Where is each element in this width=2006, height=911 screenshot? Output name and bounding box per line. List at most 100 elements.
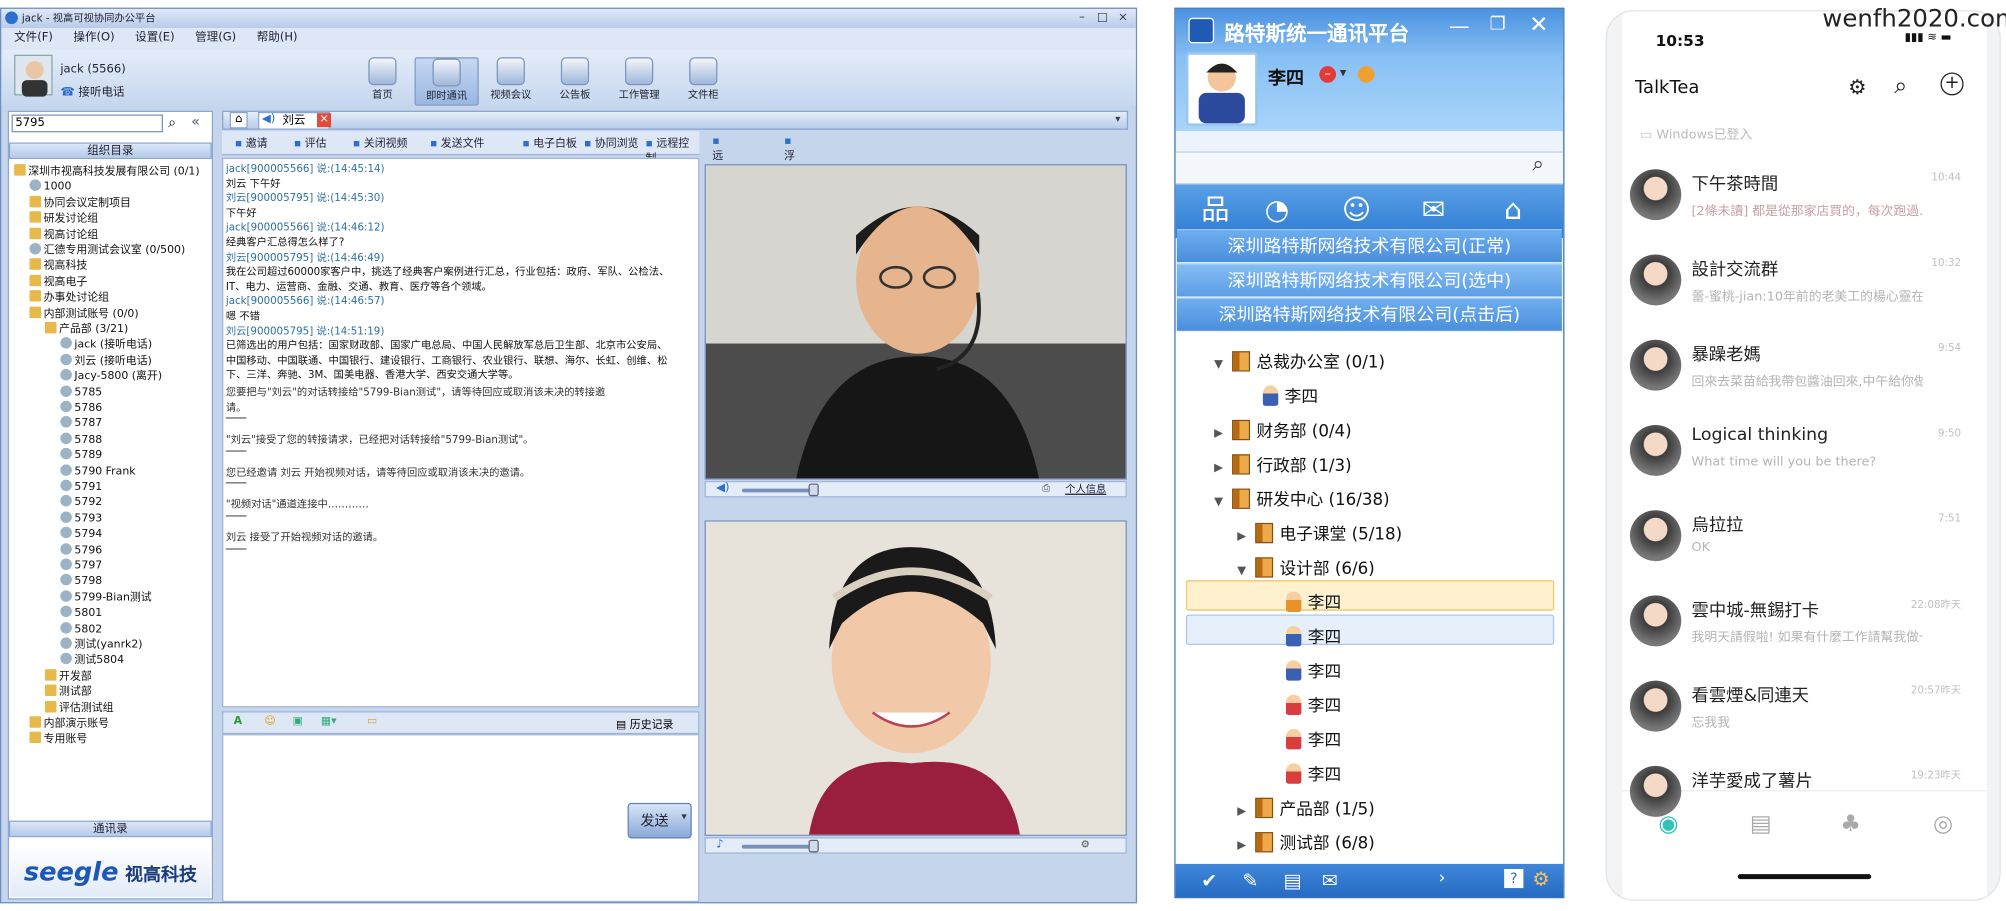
chat-tool[interactable]: ▪ 发送文件 [430, 135, 485, 150]
tree-node[interactable]: 5787 [60, 416, 102, 432]
tree-node[interactable]: 刘云 (接听电话) [60, 353, 152, 368]
tree-node[interactable]: ▶ 测试部 (6/8) [1237, 831, 1375, 859]
org-normal[interactable]: 深圳路特斯网络技术有限公司(正常) [1176, 229, 1562, 263]
tree-node[interactable]: 汇德专用测试会议室 (0/500) [29, 243, 186, 258]
tree-node[interactable]: ▼ 总裁办公室 (0/1) [1214, 350, 1385, 378]
mic-slider[interactable] [741, 844, 819, 849]
chat-tool[interactable]: ▪ 协同浏览 [584, 135, 639, 150]
gear-icon[interactable]: ⚙ [1848, 75, 1866, 99]
menu-item[interactable]: 文件(F) [14, 32, 53, 45]
chat-tool[interactable]: ▪ 电子白板 [522, 135, 577, 150]
chat-list-item[interactable]: 暴躁老媽回來去菜苗給我帶包醬油回來,中午給你做好... 9:54 [1622, 324, 1971, 408]
search-icon[interactable]: ⌕ [1894, 73, 1907, 100]
tree-node[interactable]: Jacy-5800 (离开) [60, 369, 162, 384]
restore-button[interactable]: ❐ [1481, 14, 1514, 39]
close-tab-icon[interactable]: × [316, 113, 332, 128]
menu-item[interactable]: 帮助(H) [257, 32, 298, 45]
tree-node[interactable]: 5801 [60, 605, 102, 621]
tree-node[interactable]: 协同会议定制项目 [29, 195, 131, 211]
chat-list-item[interactable]: 看雲煙&同連天 忘我我 20:57昨天 [1622, 665, 1971, 749]
busy-status-icon[interactable]: – [1319, 66, 1337, 83]
search-icon[interactable]: ⌕ [1532, 151, 1544, 176]
tab-menu-icon[interactable]: ▾ [1115, 113, 1120, 124]
tree-node[interactable]: 5793 [60, 511, 102, 526]
chat-list-item[interactable]: 烏拉拉 OK 7:51 [1622, 495, 1971, 579]
chat-list-item[interactable]: Logical thinking What time will you be th… [1622, 410, 1971, 494]
tree-node[interactable]: 李四 [1285, 728, 1341, 756]
microphone-icon[interactable]: ♪ [716, 838, 723, 851]
collapsed-arrow-icon[interactable]: ▶ [1237, 832, 1250, 860]
close-button[interactable]: × [1114, 10, 1132, 25]
tasks-icon[interactable]: ✔ [1201, 869, 1217, 892]
emoji-icon[interactable]: ☺ [264, 715, 275, 728]
tree-node[interactable]: 5799-Bian测试 [60, 590, 152, 605]
menu-item[interactable]: 操作(O) [73, 32, 114, 45]
tree-node[interactable]: 5796 [60, 542, 102, 558]
user-status[interactable]: ☎ 接听电话 [60, 83, 124, 100]
tree-node[interactable]: 李四 [1262, 384, 1318, 412]
chat-list-item[interactable]: 雲中城-無錫打卡 我明天請假啦! 如果有什麼工作請幫我做一... 22:08昨天 [1622, 580, 1971, 664]
tree-node[interactable]: 专用账号 [29, 732, 87, 747]
collapsed-arrow-icon[interactable]: ▶ [1214, 420, 1227, 448]
org-selected[interactable]: 深圳路特斯网络技术有限公司(选中) [1176, 263, 1562, 297]
files-icon[interactable]: ▤ [1283, 869, 1301, 892]
tree-node[interactable]: ▶ 行政部 (1/3) [1214, 453, 1352, 481]
contacts-header[interactable]: 通讯录 [8, 820, 212, 838]
tree-node[interactable]: 5794 [60, 526, 102, 542]
tree-node[interactable]: ▶ 产品部 (1/5) [1237, 796, 1375, 824]
tree-node[interactable]: 研发讨论组 [29, 211, 98, 226]
org-clicked[interactable]: 深圳路特斯网络技术有限公司(点击后) [1176, 297, 1562, 331]
expand-icon[interactable]: › [1439, 869, 1446, 888]
send-options-icon[interactable]: ▾ [681, 810, 686, 821]
tree-node[interactable]: 李四 [1285, 762, 1341, 790]
tree-node[interactable]: 内部演示账号 [29, 716, 110, 731]
toolbar-item[interactable]: 视频会议 [479, 57, 543, 105]
tree-node[interactable]: jack (接听电话) [60, 337, 152, 353]
tree-node[interactable]: 5792 [60, 495, 102, 510]
signature-icon[interactable] [1357, 66, 1375, 83]
volume-knob[interactable] [808, 483, 819, 497]
close-button[interactable]: ✕ [1520, 11, 1559, 39]
tree-node[interactable]: 5785 [60, 384, 102, 400]
collapsed-arrow-icon[interactable]: ▶ [1237, 523, 1250, 551]
tree-node[interactable]: ▼ 设计部 (6/6) [1237, 556, 1375, 584]
tree-node[interactable]: 测试5804 [60, 653, 124, 668]
tree-node[interactable]: 视高讨论组 [29, 227, 98, 242]
search-input[interactable] [1175, 151, 1564, 185]
tree-node[interactable]: ▶ 财务部 (0/4) [1214, 419, 1352, 447]
tree-node[interactable]: 办事处讨论组 [29, 290, 110, 305]
mic-knob[interactable] [808, 839, 819, 853]
contact-search-input[interactable]: 5795 [11, 114, 163, 133]
maximize-button[interactable]: □ [1093, 10, 1111, 25]
toolbar-item[interactable]: 文件柜 [671, 57, 735, 105]
volume-icon[interactable]: ◀) [716, 482, 729, 495]
toolbar-item[interactable]: 工作管理 [607, 57, 671, 105]
tree-node[interactable]: 开发部 [44, 668, 92, 684]
folder-icon[interactable]: ▭ [367, 715, 377, 728]
add-icon[interactable]: + [1940, 72, 1964, 96]
user-avatar[interactable] [1185, 52, 1258, 126]
chat-tool[interactable]: ▪ 关闭视频 [353, 135, 408, 150]
tree-node[interactable]: 产品部 (3/21) [44, 321, 128, 337]
tree-node[interactable]: 5786 [60, 400, 102, 416]
search-icon[interactable]: ⌕ [168, 115, 176, 133]
tree-node[interactable]: ▶ 电子课堂 (5/18) [1237, 522, 1402, 550]
toolbar-item[interactable]: 公告板 [543, 57, 607, 105]
tree-node[interactable]: 测试部 [44, 684, 92, 700]
chat-list-item[interactable]: 下午茶時間 [2條未讀] 都是從那家店買的，每次跑過... 10:44 [1622, 154, 1971, 238]
expanded-arrow-icon[interactable]: ▼ [1214, 489, 1227, 517]
collapsed-arrow-icon[interactable]: ▶ [1214, 454, 1227, 482]
volume-slider[interactable] [741, 488, 819, 493]
expanded-arrow-icon[interactable]: ▼ [1237, 557, 1250, 585]
tree-node[interactable]: 5797 [60, 558, 102, 574]
chat-tool[interactable]: ▪ 邀请 [235, 135, 268, 150]
minimize-button[interactable]: — [1443, 14, 1476, 39]
notes-icon[interactable]: ✎ [1242, 869, 1258, 892]
toolbar-item[interactable]: 即时通讯 [414, 57, 479, 106]
tree-node[interactable]: 李四 [1285, 693, 1341, 721]
tree-node[interactable]: 视高科技 [29, 258, 87, 274]
home-icon[interactable]: ⌂ [1494, 192, 1533, 230]
menu-item[interactable]: 管理(G) [195, 32, 236, 45]
tree-node[interactable]: 内部测试账号 (0/0) [29, 306, 139, 321]
expanded-arrow-icon[interactable]: ▼ [1214, 351, 1227, 379]
